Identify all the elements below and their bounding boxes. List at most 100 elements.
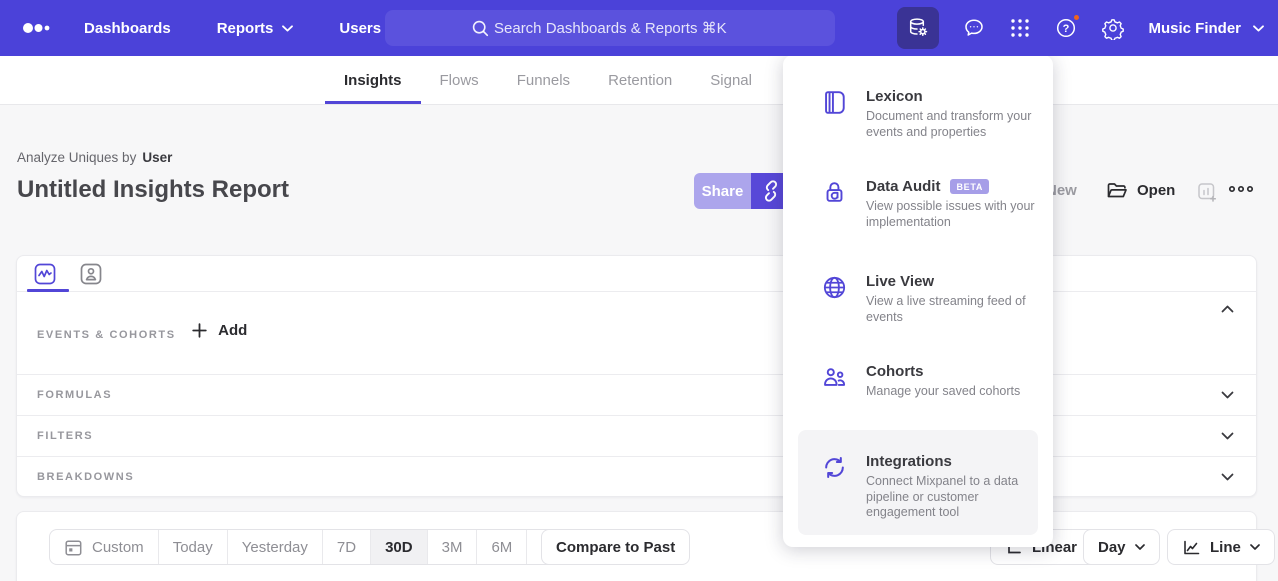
menu-item-title: Cohorts [866,363,1038,380]
interval-dropdown[interactable]: Day [1083,529,1160,565]
tab-signal[interactable]: Signal [691,56,771,104]
analyze-breadcrumb: Analyze Uniques by User [17,150,172,165]
chevron-down-icon [1221,473,1234,481]
menu-item-cohorts[interactable]: Cohorts Manage your saved cohorts [821,363,1038,400]
nav-link-users[interactable]: Users [339,20,381,37]
section-label: FORMULAS [37,389,112,401]
data-management-button[interactable] [897,7,939,49]
search-icon [471,19,490,38]
tab-insights[interactable]: Insights [325,56,421,104]
beta-badge: BETA [950,179,989,194]
page-title[interactable]: Untitled Insights Report [17,176,289,204]
menu-item-title: Integrations [866,453,1038,470]
compare-to-past-button[interactable]: Compare to Past [541,529,690,565]
section-label: EVENTS & COHORTS [37,329,176,341]
chart-toolbar-panel: Custom Today Yesterday 7D 30D 3M 6M 12M … [16,511,1257,581]
add-label: Add [218,322,247,339]
chevron-down-icon [1221,391,1234,399]
range-yesterday[interactable]: Yesterday [228,530,323,564]
settings-button[interactable] [1101,16,1125,40]
share-split-button: Share [694,173,791,209]
range-7d[interactable]: 7D [323,530,371,564]
menu-item-title: Data Audit [866,178,940,195]
analyze-prefix: Analyze Uniques by [17,150,136,165]
database-gear-icon [906,16,930,40]
project-switcher[interactable]: Music Finder [1148,20,1264,37]
range-3m[interactable]: 3M [428,530,478,564]
open-report-button[interactable]: Open [1106,180,1175,200]
nav-link-dashboards[interactable]: Dashboards [84,20,171,37]
chevron-down-icon [1135,544,1145,550]
line-chart-icon [1182,538,1201,557]
query-builder-panel: EVENTS & COHORTS Add FORMULAS FILTERS BR… [16,255,1257,497]
chevron-down-icon [1253,25,1264,32]
chart-type-dropdown[interactable]: Line [1167,529,1275,565]
help-button[interactable]: ? [1054,16,1078,40]
global-search[interactable] [385,10,835,46]
add-chart-icon [1196,181,1218,203]
analyze-entity[interactable]: User [142,150,172,165]
chevron-down-icon [1221,432,1234,440]
settings-gear-icon [1101,16,1125,40]
section-formulas[interactable]: FORMULAS [17,374,1256,415]
report-tabbar: Insights Flows Funnels Retention Signal … [0,56,1278,105]
open-label: Open [1137,182,1175,199]
add-event-button[interactable]: Add [192,322,247,339]
section-label: BREAKDOWNS [37,471,134,483]
cohorts-people-icon [821,363,849,400]
feedback-bubble-icon [962,16,986,40]
tab-retention[interactable]: Retention [589,56,691,104]
menu-item-lexicon[interactable]: Lexicon Document and transform your even… [821,88,1038,140]
range-custom[interactable]: Custom [50,530,159,564]
book-icon [821,88,849,140]
project-name: Music Finder [1148,20,1241,37]
section-events-cohorts: EVENTS & COHORTS Add [17,292,1256,374]
menu-item-data-audit[interactable]: Data Audit BETA View possible issues wit… [821,178,1038,230]
nav-links: Dashboards Reports Users [84,20,381,37]
chevron-up-icon [1221,305,1234,313]
menu-item-description: Manage your saved cohorts [866,384,1038,400]
builder-tabs [17,256,1256,292]
chevron-down-icon [1250,544,1260,550]
apps-grid-button[interactable] [1009,17,1031,39]
app-screen: Dashboards Reports Users [0,0,1278,581]
link-icon [760,180,782,202]
folder-open-icon [1106,180,1128,200]
integrations-sync-icon [821,453,849,521]
top-navbar: Dashboards Reports Users [0,0,1278,56]
menu-item-description: View possible issues with your implement… [866,199,1038,230]
notification-dot [1072,13,1081,22]
profile-person-tab[interactable] [80,263,102,285]
search-input[interactable] [494,20,749,37]
collapse-section-button[interactable] [1221,305,1234,313]
add-to-dashboard-button[interactable] [1196,181,1218,203]
menu-item-title: Lexicon [866,88,1038,105]
tab-flows[interactable]: Flows [421,56,498,104]
insights-chart-tab[interactable] [34,263,56,285]
range-6m[interactable]: 6M [477,530,527,564]
menu-item-live-view[interactable]: Live View View a live streaming feed of … [821,273,1038,325]
section-label: FILTERS [37,430,93,442]
data-audit-lock-icon [821,178,849,230]
ellipsis-icon [1228,185,1254,193]
feedback-button[interactable] [962,16,986,40]
range-30d[interactable]: 30D [371,530,428,564]
range-today[interactable]: Today [159,530,228,564]
nav-link-reports[interactable]: Reports [217,20,294,37]
svg-text:?: ? [1063,23,1070,35]
menu-item-description: Document and transform your events and p… [866,109,1038,140]
globe-icon [821,273,849,325]
plus-icon [192,323,207,338]
menu-item-title: Live View [866,273,1038,290]
tab-funnels[interactable]: Funnels [498,56,589,104]
more-options-button[interactable] [1228,185,1254,193]
data-management-menu: Lexicon Document and transform your even… [783,55,1053,547]
menu-item-integrations[interactable]: Integrations Connect Mixpanel to a data … [821,453,1038,521]
share-button[interactable]: Share [694,173,751,209]
apps-grid-icon [1009,17,1031,39]
section-filters[interactable]: FILTERS [17,415,1256,456]
mixpanel-logo-icon[interactable] [22,20,52,36]
menu-item-description: View a live streaming feed of events [866,294,1038,325]
chevron-down-icon [282,25,293,32]
section-breakdowns[interactable]: BREAKDOWNS [17,456,1256,497]
